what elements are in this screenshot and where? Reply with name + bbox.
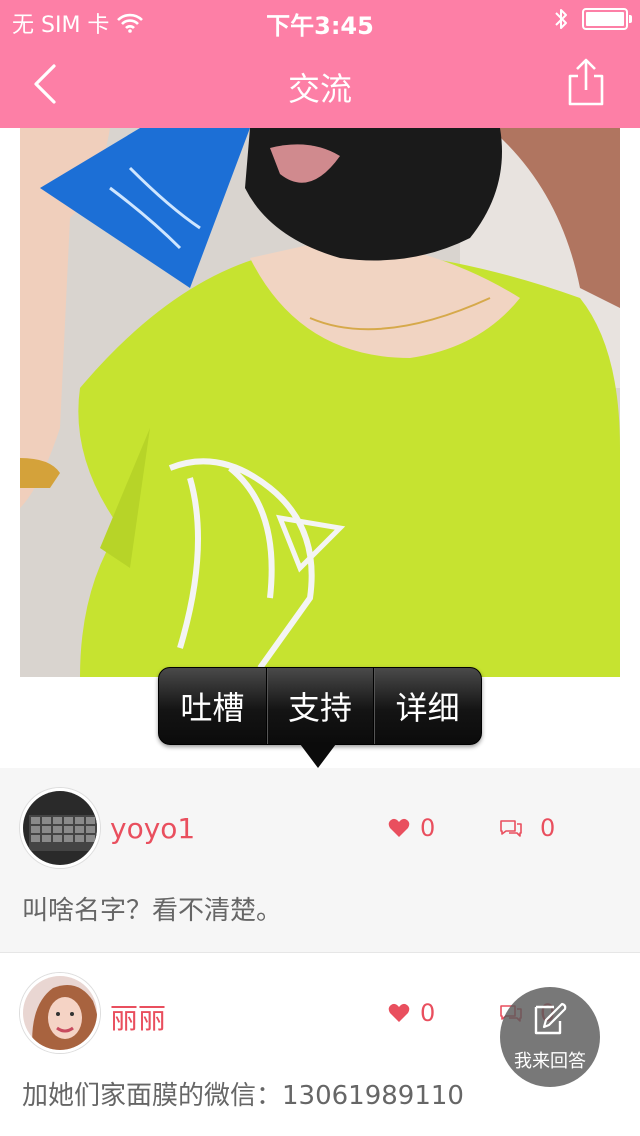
avatar[interactable] bbox=[20, 788, 100, 868]
status-bar: 无 SIM 卡 下午3:45 bbox=[0, 0, 640, 40]
avatar[interactable] bbox=[20, 973, 100, 1053]
heart-icon bbox=[388, 818, 410, 837]
support-menu-item[interactable]: 支持 bbox=[267, 668, 375, 744]
like-button[interactable]: 0 bbox=[388, 999, 435, 1027]
complain-menu-item[interactable]: 吐槽 bbox=[159, 668, 267, 744]
post-action-menu: 吐槽 支持 详细 bbox=[158, 667, 482, 745]
popup-menu-pointer bbox=[300, 744, 336, 768]
share-icon[interactable] bbox=[566, 56, 606, 108]
photo-illustration bbox=[20, 128, 620, 677]
comment-text: 叫啥名字？看不清楚。 bbox=[22, 896, 283, 926]
portrait-avatar-image bbox=[23, 976, 97, 1050]
answer-button-label: 我来回答 bbox=[514, 1051, 586, 1072]
detail-menu-item[interactable]: 详细 bbox=[374, 668, 481, 744]
edit-note-icon bbox=[534, 1002, 567, 1035]
bluetooth-icon bbox=[555, 9, 567, 29]
keyboard-avatar-image bbox=[23, 791, 97, 865]
page-title: 交流 bbox=[287, 70, 352, 108]
like-count: 0 bbox=[420, 814, 436, 842]
status-time: 下午3:45 bbox=[266, 12, 374, 40]
reply-button[interactable]: 0 bbox=[498, 814, 555, 842]
comment-username[interactable]: yoyo1 bbox=[110, 812, 195, 845]
status-right bbox=[554, 7, 632, 31]
reply-count: 0 bbox=[540, 814, 556, 842]
comment-text: 加她们家面膜的微信：13061989110 bbox=[22, 1081, 464, 1111]
comment-username[interactable]: 丽丽 bbox=[110, 997, 166, 1037]
like-button[interactable]: 0 bbox=[388, 814, 435, 842]
battery-icon bbox=[582, 8, 632, 30]
like-count: 0 bbox=[420, 999, 436, 1027]
heart-icon bbox=[388, 1003, 410, 1022]
top-header: 无 SIM 卡 下午3:45 交流 bbox=[0, 0, 640, 128]
comment-item[interactable]: yoyo1 0 0 叫啥名字？看不清楚。 bbox=[0, 768, 640, 952]
post-photo[interactable] bbox=[20, 128, 620, 677]
answer-floating-button[interactable]: 我来回答 bbox=[500, 987, 600, 1087]
comment-bubble-icon bbox=[500, 820, 522, 837]
